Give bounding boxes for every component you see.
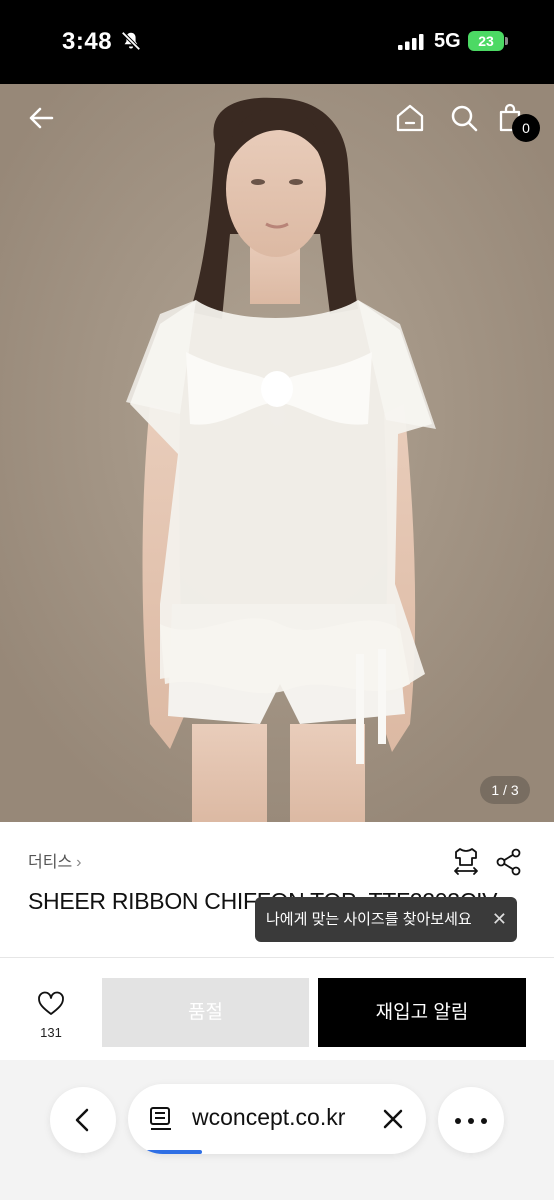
chevron-left-icon <box>75 1108 89 1132</box>
close-icon[interactable] <box>380 1106 406 1132</box>
heart-icon <box>38 991 64 1015</box>
status-time: 3:48 <box>62 28 113 55</box>
like-count: 131 <box>40 1025 62 1040</box>
back-arrow-icon[interactable] <box>26 102 58 134</box>
more-dot <box>455 1118 461 1124</box>
address-bar[interactable]: wconcept.co.kr <box>128 1084 426 1154</box>
tooltip-text: 나에게 맞는 사이즈를 찾아보세요 <box>266 911 472 928</box>
close-icon[interactable]: ✕ <box>492 897 507 942</box>
brand-name: 더티스 <box>28 854 73 871</box>
more-options-button[interactable] <box>438 1087 504 1153</box>
image-page-indicator: 1 / 3 <box>480 776 530 804</box>
product-image-carousel[interactable]: 0 1 / 3 <box>0 84 554 822</box>
like-button[interactable]: 131 <box>30 990 72 1040</box>
signal-icon <box>398 34 424 50</box>
size-guide-tooltip[interactable]: 나에게 맞는 사이즈를 찾아보세요 ✕ <box>255 897 517 942</box>
brand-link[interactable]: 더티스 › <box>28 848 82 872</box>
browser-back-button[interactable] <box>50 1087 116 1153</box>
battery-indicator: 23 <box>468 31 508 51</box>
chevron-right-icon: › <box>76 854 82 871</box>
share-icon[interactable] <box>496 848 522 876</box>
product-photo <box>0 84 554 822</box>
page-load-progress <box>146 1150 202 1154</box>
page-icon <box>150 1107 171 1130</box>
soldout-button[interactable]: 품절 <box>102 978 309 1047</box>
status-bar: 3:48 5G 23 <box>0 0 554 84</box>
bell-off-icon <box>121 31 141 51</box>
restock-alert-button[interactable]: 재입고 알림 <box>318 978 526 1047</box>
more-dot <box>481 1118 487 1124</box>
search-icon[interactable] <box>448 102 480 134</box>
size-guide-icon[interactable] <box>452 846 480 876</box>
divider <box>0 957 554 958</box>
battery-level: 23 <box>468 31 504 51</box>
url-text: wconcept.co.kr <box>192 1104 346 1130</box>
network-type: 5G <box>434 30 461 52</box>
battery-tip <box>505 37 508 45</box>
cart-count-badge: 0 <box>512 114 540 142</box>
home-icon[interactable] <box>394 102 426 134</box>
more-dot <box>468 1118 474 1124</box>
